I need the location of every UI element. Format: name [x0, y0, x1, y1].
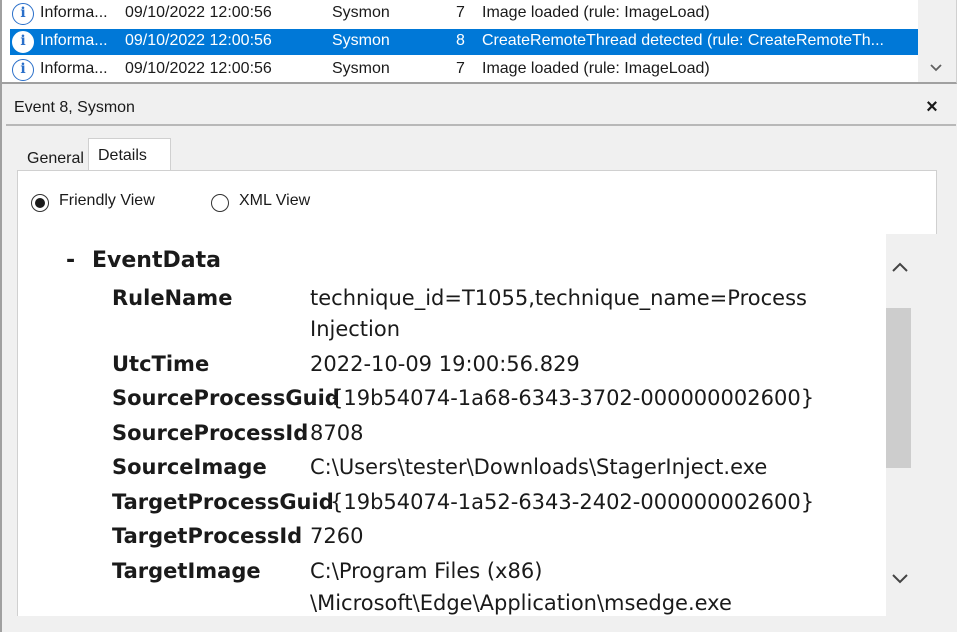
field-name-sourceimage: SourceImage: [112, 455, 267, 479]
xml-view-label: XML View: [239, 192, 311, 209]
pane-left-border: [0, 84, 2, 632]
event-date: 09/10/2022 12:00:56: [125, 32, 272, 49]
event-id: 7: [456, 4, 465, 21]
field-name-targetimage: TargetImage: [112, 559, 261, 583]
chevron-down-icon[interactable]: [891, 568, 909, 591]
tab-details[interactable]: Details: [88, 138, 171, 171]
event-task: CreateRemoteThread detected (rule: Creat…: [482, 32, 884, 49]
friendly-view-radio[interactable]: [31, 194, 49, 212]
event-id: 8: [456, 32, 465, 49]
event-row-selected[interactable]: i Informa... 09/10/2022 12:00:56 Sysmon …: [10, 29, 918, 55]
event-date: 09/10/2022 12:00:56: [125, 60, 272, 77]
event-level: Informa...: [40, 4, 108, 21]
field-value-targetimage-cont: \Microsoft\Edge\Application\msedge.exe: [310, 591, 732, 615]
field-value-rulename-cont: Injection: [310, 317, 401, 341]
information-icon: i: [12, 3, 34, 25]
event-row[interactable]: i Informa... 09/10/2022 12:00:56 Sysmon …: [10, 57, 918, 83]
event-data-heading: EventData: [92, 248, 221, 273]
field-name-targetprocessid: TargetProcessId: [112, 524, 303, 548]
event-data-view: - EventData RuleName technique_id=T1055,…: [44, 234, 886, 616]
field-value-rulename: technique_id=T1055,technique_name=Proces…: [310, 286, 807, 310]
chevron-up-icon[interactable]: [891, 256, 909, 279]
scrollbar-thumb[interactable]: [886, 308, 911, 468]
field-value-targetprocessid: 7260: [310, 524, 364, 548]
field-value-utctime: 2022-10-09 19:00:56.829: [310, 352, 580, 376]
event-id: 7: [456, 60, 465, 77]
close-icon[interactable]: ×: [920, 95, 944, 119]
divider: [6, 124, 956, 126]
chevron-down-icon[interactable]: [929, 60, 943, 76]
collapse-toggle[interactable]: -: [66, 248, 75, 273]
field-value-targetprocessguid: {19b54074-1a52-6343-2402-000000002600}: [330, 490, 815, 514]
field-name-rulename: RuleName: [112, 286, 233, 310]
field-value-sourceprocessguid: {19b54074-1a68-6343-3702-000000002600}: [330, 386, 815, 410]
event-level: Informa...: [40, 60, 108, 77]
event-date: 09/10/2022 12:00:56: [125, 4, 272, 21]
event-source: Sysmon: [332, 32, 390, 49]
event-source: Sysmon: [332, 4, 390, 21]
information-icon: i: [12, 59, 34, 81]
frame-margin: [17, 616, 937, 632]
field-name-sourceprocessguid: SourceProcessGuid: [112, 386, 340, 410]
field-name-utctime: UtcTime: [112, 352, 210, 376]
field-name-sourceprocessid: SourceProcessId: [112, 421, 309, 445]
friendly-view-label: Friendly View: [59, 192, 155, 209]
information-icon: i: [12, 31, 34, 53]
event-source: Sysmon: [332, 60, 390, 77]
event-task: Image loaded (rule: ImageLoad): [482, 4, 710, 21]
xml-view-radio[interactable]: [211, 194, 229, 212]
field-value-targetimage: C:\Program Files (x86): [310, 559, 543, 583]
details-pane-title: Event 8, Sysmon: [14, 99, 135, 116]
event-data-scrollbar[interactable]: [886, 234, 914, 616]
event-viewer-window: i Informa... 09/10/2022 12:00:56 Sysmon …: [0, 0, 957, 632]
field-name-targetprocessguid: TargetProcessGuid: [112, 490, 334, 514]
tab-general[interactable]: General: [18, 141, 89, 171]
event-list-scrollbar[interactable]: [918, 0, 956, 82]
field-value-sourceimage: C:\Users\tester\Downloads\StagerInject.e…: [310, 455, 768, 479]
details-pane-header: Event 8, Sysmon ×: [0, 92, 957, 126]
event-task: Image loaded (rule: ImageLoad): [482, 60, 710, 77]
field-value-sourceprocessid: 8708: [310, 421, 364, 445]
event-row[interactable]: i Informa... 09/10/2022 12:00:56 Sysmon …: [10, 1, 918, 27]
event-list: i Informa... 09/10/2022 12:00:56 Sysmon …: [0, 0, 957, 84]
event-level: Informa...: [40, 32, 108, 49]
